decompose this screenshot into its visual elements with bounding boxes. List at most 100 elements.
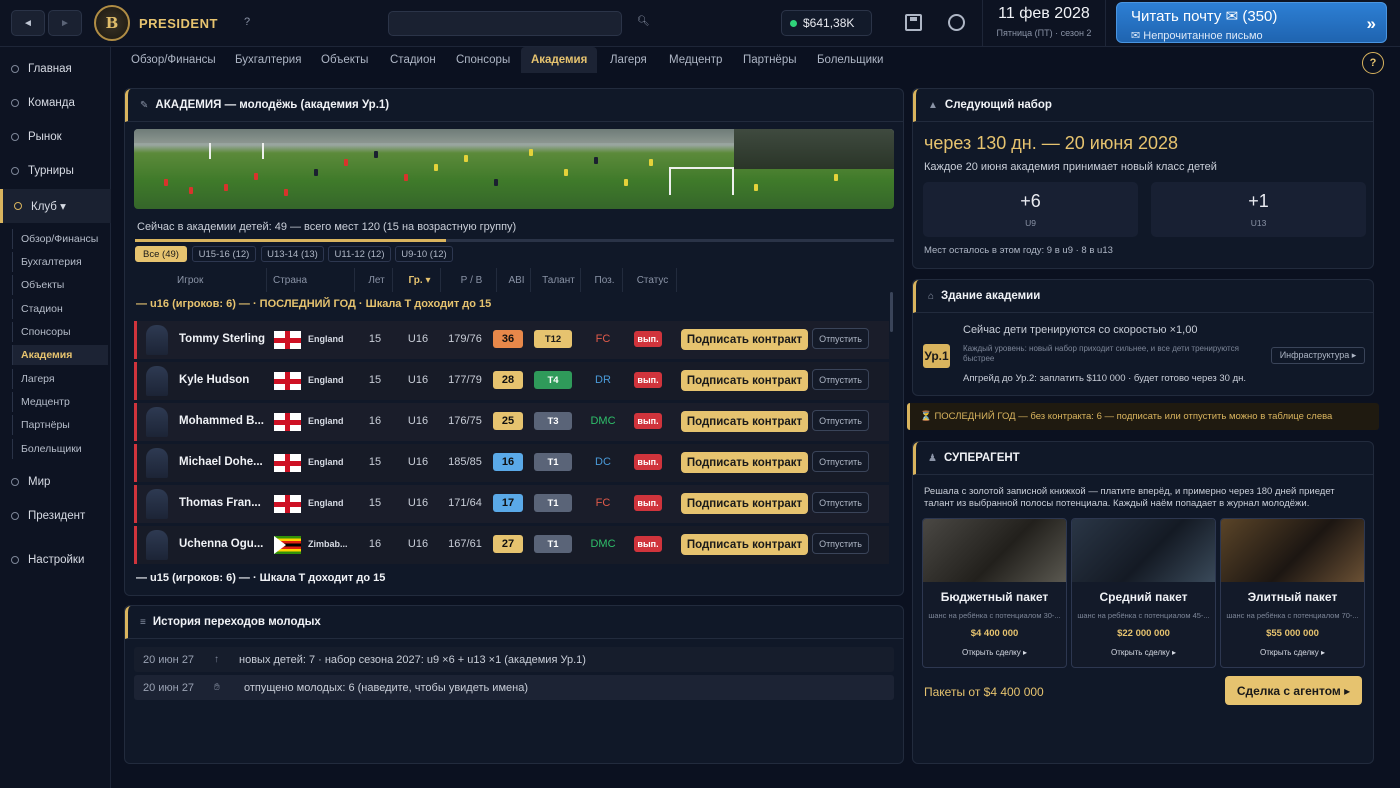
player-figure	[344, 159, 348, 166]
tab-sponsors[interactable]: Спонсоры	[456, 47, 510, 73]
release-button[interactable]: Отпустить	[812, 451, 869, 472]
sidebar-item-tournaments[interactable]: Турниры	[0, 160, 111, 182]
player-status-badge: вып.	[634, 331, 662, 347]
sidebar-item-market[interactable]: Рынок	[0, 126, 111, 148]
release-button[interactable]: Отпустить	[812, 328, 869, 349]
release-button[interactable]: Отпустить	[812, 492, 869, 513]
col-header-country[interactable]: Страна	[267, 268, 355, 292]
forward-button[interactable]: ►	[48, 10, 82, 36]
help-icon[interactable]: ?	[244, 16, 250, 28]
player-row[interactable]: Mohammed B... England 16 U16 176/75 25 T3 DMC вы…	[134, 403, 889, 441]
agent-deal-button[interactable]: Сделка с агентом ▸	[1225, 676, 1362, 705]
save-icon[interactable]	[905, 14, 922, 31]
subnav-camps[interactable]: Лагеря	[12, 369, 108, 389]
sign-contract-button[interactable]: Подписать контракт	[681, 452, 808, 473]
player-row[interactable]: Kyle Hudson England 15 U16 177/79 28 T4 DR вып. П…	[134, 362, 889, 400]
sidebar-item-team[interactable]: Команда	[0, 92, 111, 114]
capacity-bar	[135, 239, 894, 242]
sidebar-item-settings[interactable]: Настройки	[0, 549, 111, 571]
player-name[interactable]: Kyle Hudson	[179, 374, 267, 386]
tab-overview[interactable]: Обзор/Финансы	[131, 47, 216, 73]
release-button[interactable]: Отпустить	[812, 410, 869, 431]
subnav-stadium[interactable]: Стадион	[12, 299, 108, 319]
tab-facilities[interactable]: Объекты	[321, 47, 368, 73]
intake-header: ▲ Следующий набор	[913, 89, 1373, 122]
back-button[interactable]: ◄	[11, 10, 45, 36]
release-button[interactable]: Отпустить	[812, 369, 869, 390]
filter-chip-u9-10[interactable]: U9-10 (12)	[395, 246, 453, 262]
history-row[interactable]: 20 июн 27 ✋︎ отпущено молодых: 6 (наведи…	[134, 675, 894, 700]
sidebar-item-club[interactable]: Клуб ▾	[0, 189, 111, 223]
filter-chip-u15-16[interactable]: U15-16 (12)	[192, 246, 256, 262]
read-mail-button[interactable]: Читать почту ✉ (350) ✉ Непрочитанное пис…	[1116, 2, 1387, 43]
player-row[interactable]: Michael Dohe... England 15 U16 185/85 16 T1 DC в…	[134, 444, 889, 482]
col-header-position[interactable]: Поз.	[581, 268, 623, 292]
player-row[interactable]: Tommy Sterling England 15 U16 179/76 36 T12 FC в…	[134, 321, 889, 359]
sign-contract-button[interactable]: Подписать контракт	[681, 534, 808, 555]
subnav-medcenter[interactable]: Медцентр	[12, 392, 108, 412]
open-deal-link[interactable]: Открыть сделку ▸	[1221, 648, 1364, 657]
medium-pack-card[interactable]: Средний пакет шанс на ребёнка с потенциа…	[1071, 518, 1216, 668]
table-scrollbar[interactable]	[890, 292, 893, 332]
sidebar-item-world[interactable]: Мир	[0, 471, 111, 493]
col-header-age[interactable]: Лет	[355, 268, 393, 292]
tab-accounting[interactable]: Бухгалтерия	[235, 47, 301, 73]
player-row[interactable]: Thomas Fran... England 15 U16 171/64 17 T1 FC вы…	[134, 485, 889, 523]
globe-icon[interactable]	[948, 14, 965, 31]
next-intake-panel: ▲ Следующий набор через 130 дн. — 20 июн…	[912, 88, 1374, 269]
col-header-height-weight[interactable]: Р / В	[441, 268, 497, 292]
sidebar-item-home[interactable]: Главная	[0, 58, 111, 80]
tab-fans[interactable]: Болельщики	[817, 47, 883, 73]
player-figure	[434, 164, 438, 171]
sign-contract-button[interactable]: Подписать контракт	[681, 411, 808, 432]
filter-chip-all[interactable]: Все (49)	[135, 246, 187, 262]
filter-chip-u13-14[interactable]: U13-14 (13)	[261, 246, 324, 262]
tab-medcenter[interactable]: Медцентр	[669, 47, 722, 73]
subnav-accounting[interactable]: Бухгалтерия	[12, 252, 108, 272]
open-deal-link[interactable]: Открыть сделку ▸	[1072, 648, 1215, 657]
tab-partners[interactable]: Партнёры	[743, 47, 796, 73]
player-name[interactable]: Thomas Fran...	[179, 497, 267, 509]
player-position: DR	[595, 374, 611, 386]
search-input[interactable]	[388, 11, 622, 36]
tab-stadium[interactable]: Стадион	[390, 47, 436, 73]
subnav-partners[interactable]: Партнёры	[12, 415, 108, 435]
tab-camps[interactable]: Лагеря	[610, 47, 647, 73]
sign-contract-button[interactable]: Подписать контракт	[681, 329, 808, 350]
col-header-player[interactable]: Игрок	[171, 268, 267, 292]
subnav-facilities[interactable]: Объекты	[12, 275, 108, 295]
open-deal-link[interactable]: Открыть сделку ▸	[923, 648, 1066, 657]
tab-academy[interactable]: Академия	[521, 47, 598, 73]
subnav-fans[interactable]: Болельщики	[12, 439, 108, 459]
intake-stat-label: U9	[1025, 218, 1036, 228]
player-name[interactable]: Tommy Sterling	[179, 333, 267, 345]
elite-pack-card[interactable]: Элитный пакет шанс на ребёнка с потенциа…	[1220, 518, 1365, 668]
player-country: Zimbab...	[308, 539, 348, 549]
academy-panel: ✎ АКАДЕМИЯ — молодёжь (академия Ур.1) Се…	[124, 88, 904, 596]
player-name[interactable]: Uchenna Ogu...	[179, 538, 267, 550]
balance-value: $641,38K	[803, 16, 855, 30]
sidebar-item-president[interactable]: Президент	[0, 505, 111, 527]
country-flag-icon	[274, 495, 301, 513]
filter-chip-u11-12[interactable]: U11-12 (12)	[328, 246, 391, 262]
help-button[interactable]: ?	[1362, 52, 1384, 74]
subnav-academy[interactable]: Академия	[12, 345, 108, 365]
col-header-status[interactable]: Статус	[623, 268, 677, 292]
search-icon[interactable]: 🔍︎	[637, 16, 650, 27]
subnav-overview[interactable]: Обзор/Финансы	[12, 229, 108, 249]
superagent-header: ♟ СУПЕРАГЕНТ	[913, 442, 1373, 475]
infrastructure-button[interactable]: Инфраструктура ▸	[1271, 347, 1365, 364]
player-name[interactable]: Mohammed B...	[179, 415, 267, 427]
subnav-sponsors[interactable]: Спонсоры	[12, 322, 108, 342]
budget-pack-card[interactable]: Бюджетный пакет шанс на ребёнка с потенц…	[922, 518, 1067, 668]
group-header-u16: — u16 (игроков: 6) — · ПОСЛЕДНИЙ ГОД · Ш…	[136, 298, 492, 310]
col-header-abi[interactable]: ABI	[497, 268, 531, 292]
player-row[interactable]: Uchenna Ogu... Zimbab... 16 U16 167/61 27 T1 DM…	[134, 526, 889, 564]
player-name[interactable]: Michael Dohe...	[179, 456, 267, 468]
sign-contract-button[interactable]: Подписать контракт	[681, 493, 808, 514]
release-button[interactable]: Отпустить	[812, 533, 869, 554]
sidebar-item-label: Мир	[28, 476, 51, 488]
col-header-talent[interactable]: Талант	[531, 268, 581, 292]
sign-contract-button[interactable]: Подписать контракт	[681, 370, 808, 391]
col-header-group[interactable]: Гр. ▾	[393, 268, 441, 292]
